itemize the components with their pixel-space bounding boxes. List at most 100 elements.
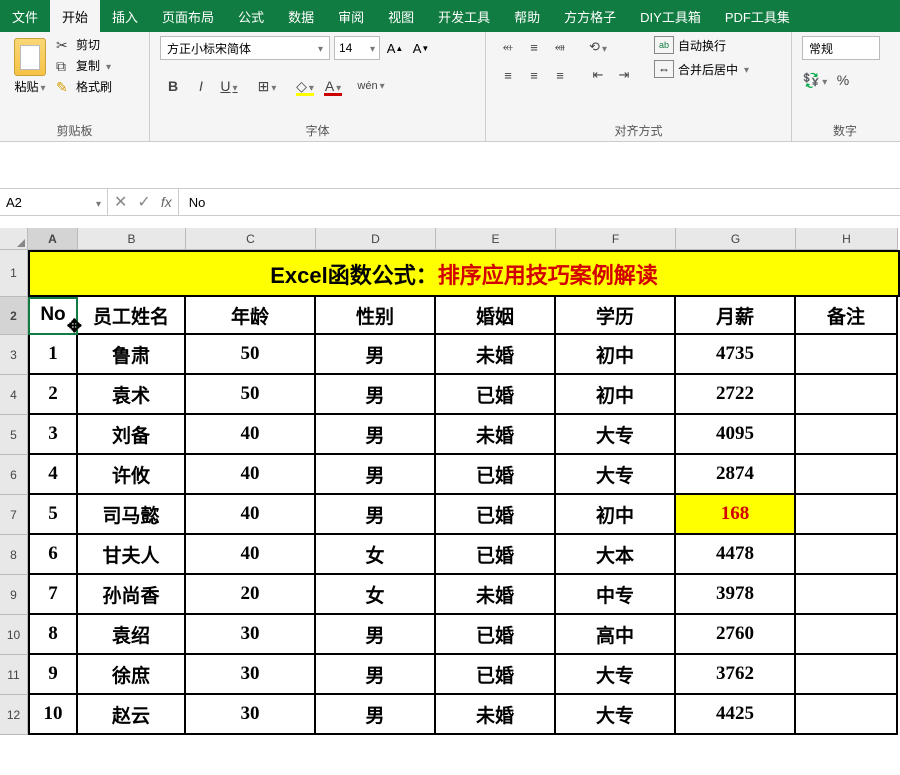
column-header[interactable]: B bbox=[78, 228, 186, 250]
wrap-text-button[interactable]: ab自动换行 bbox=[654, 36, 749, 54]
data-cell[interactable]: 大专 bbox=[556, 695, 676, 735]
column-header[interactable]: C bbox=[186, 228, 316, 250]
data-cell[interactable]: 男 bbox=[316, 495, 436, 535]
decrease-font-button[interactable]: A▼ bbox=[410, 37, 432, 59]
data-cell[interactable]: 30 bbox=[186, 615, 316, 655]
menu-item-2[interactable]: 插入 bbox=[100, 0, 150, 32]
data-cell[interactable]: 男 bbox=[316, 335, 436, 375]
data-cell[interactable]: 大专 bbox=[556, 655, 676, 695]
data-cell[interactable]: 4095 bbox=[676, 415, 796, 455]
data-cell[interactable]: 10 bbox=[28, 695, 78, 735]
data-cell[interactable]: 2722 bbox=[676, 375, 796, 415]
font-name-select[interactable]: 方正小标宋简体 bbox=[160, 36, 330, 60]
menu-item-7[interactable]: 视图 bbox=[376, 0, 426, 32]
data-cell[interactable]: 3 bbox=[28, 415, 78, 455]
italic-button[interactable]: I bbox=[188, 74, 214, 98]
data-cell[interactable]: 4425 bbox=[676, 695, 796, 735]
number-format-select[interactable]: 常规 bbox=[802, 36, 880, 60]
data-cell[interactable]: 中专 bbox=[556, 575, 676, 615]
data-cell[interactable] bbox=[796, 575, 898, 615]
paste-button[interactable]: 粘贴 bbox=[10, 36, 50, 97]
align-middle-button[interactable]: ≡ bbox=[522, 36, 546, 58]
header-cell[interactable]: 学历 bbox=[556, 297, 676, 335]
underline-button[interactable]: U bbox=[216, 74, 242, 98]
row-header[interactable]: 12 bbox=[0, 695, 28, 735]
data-cell[interactable]: 未婚 bbox=[436, 335, 556, 375]
menu-item-4[interactable]: 公式 bbox=[226, 0, 276, 32]
data-cell[interactable]: 8 bbox=[28, 615, 78, 655]
phonetic-button[interactable]: wén bbox=[358, 74, 384, 98]
row-header[interactable]: 11 bbox=[0, 655, 28, 695]
data-cell[interactable] bbox=[796, 615, 898, 655]
data-cell[interactable]: 初中 bbox=[556, 335, 676, 375]
data-cell[interactable] bbox=[796, 495, 898, 535]
data-cell[interactable]: 高中 bbox=[556, 615, 676, 655]
column-header[interactable]: F bbox=[556, 228, 676, 250]
row-header[interactable]: 10 bbox=[0, 615, 28, 655]
data-cell[interactable]: 孙尚香 bbox=[78, 575, 186, 615]
menu-item-11[interactable]: DIY工具箱 bbox=[628, 0, 713, 32]
align-top-button[interactable]: ⬴ bbox=[496, 36, 520, 58]
percent-button[interactable]: % bbox=[830, 68, 856, 92]
data-cell[interactable]: 9 bbox=[28, 655, 78, 695]
data-cell[interactable]: 40 bbox=[186, 455, 316, 495]
data-cell[interactable]: 鲁肃 bbox=[78, 335, 186, 375]
data-cell[interactable]: 50 bbox=[186, 375, 316, 415]
decrease-indent-button[interactable]: ⇤ bbox=[586, 64, 610, 86]
menu-item-12[interactable]: PDF工具集 bbox=[713, 0, 802, 32]
data-cell[interactable]: 40 bbox=[186, 495, 316, 535]
data-cell[interactable]: 未婚 bbox=[436, 575, 556, 615]
row-header[interactable]: 9 bbox=[0, 575, 28, 615]
data-cell[interactable]: 大专 bbox=[556, 455, 676, 495]
data-cell[interactable]: 男 bbox=[316, 415, 436, 455]
data-cell[interactable]: 男 bbox=[316, 655, 436, 695]
select-all-corner[interactable] bbox=[0, 228, 28, 250]
data-cell[interactable]: 3978 bbox=[676, 575, 796, 615]
enter-formula-icon[interactable]: ✓ bbox=[137, 192, 150, 212]
data-cell[interactable]: 30 bbox=[186, 695, 316, 735]
data-cell[interactable]: 40 bbox=[186, 535, 316, 575]
menu-item-0[interactable]: 文件 bbox=[0, 0, 50, 32]
row-header[interactable]: 3 bbox=[0, 335, 28, 375]
data-cell[interactable]: 4735 bbox=[676, 335, 796, 375]
accounting-format-button[interactable]: 💱 bbox=[802, 68, 828, 92]
data-cell[interactable] bbox=[796, 335, 898, 375]
fx-icon[interactable]: fx bbox=[161, 194, 172, 210]
column-header[interactable]: D bbox=[316, 228, 436, 250]
data-cell[interactable]: 已婚 bbox=[436, 455, 556, 495]
data-cell[interactable] bbox=[796, 655, 898, 695]
menu-item-6[interactable]: 审阅 bbox=[326, 0, 376, 32]
data-cell[interactable]: 男 bbox=[316, 375, 436, 415]
column-header[interactable]: A bbox=[28, 228, 78, 250]
data-cell[interactable] bbox=[796, 375, 898, 415]
data-cell[interactable]: 2760 bbox=[676, 615, 796, 655]
column-header[interactable]: E bbox=[436, 228, 556, 250]
title-cell[interactable]: Excel函数公式：排序应用技巧案例解读 bbox=[28, 250, 900, 297]
data-cell[interactable]: 许攸 bbox=[78, 455, 186, 495]
data-cell[interactable]: 4 bbox=[28, 455, 78, 495]
data-cell[interactable]: 6 bbox=[28, 535, 78, 575]
data-cell[interactable]: 男 bbox=[316, 615, 436, 655]
menu-item-3[interactable]: 页面布局 bbox=[150, 0, 226, 32]
format-painter-button[interactable]: 格式刷 bbox=[56, 78, 112, 95]
data-cell[interactable]: 初中 bbox=[556, 495, 676, 535]
data-cell[interactable]: 大本 bbox=[556, 535, 676, 575]
data-cell[interactable]: 未婚 bbox=[436, 695, 556, 735]
data-cell[interactable]: 女 bbox=[316, 575, 436, 615]
data-cell[interactable]: 30 bbox=[186, 655, 316, 695]
bold-button[interactable]: B bbox=[160, 74, 186, 98]
menu-item-5[interactable]: 数据 bbox=[276, 0, 326, 32]
header-cell[interactable]: 月薪 bbox=[676, 297, 796, 335]
data-cell[interactable]: 4478 bbox=[676, 535, 796, 575]
menu-item-8[interactable]: 开发工具 bbox=[426, 0, 502, 32]
data-cell[interactable]: 初中 bbox=[556, 375, 676, 415]
data-cell[interactable]: 袁术 bbox=[78, 375, 186, 415]
data-cell[interactable]: 已婚 bbox=[436, 655, 556, 695]
data-cell[interactable]: 大专 bbox=[556, 415, 676, 455]
data-cell[interactable] bbox=[796, 455, 898, 495]
data-cell[interactable]: 甘夫人 bbox=[78, 535, 186, 575]
formula-input[interactable]: No bbox=[179, 189, 900, 215]
data-cell[interactable] bbox=[796, 695, 898, 735]
data-cell[interactable]: 2 bbox=[28, 375, 78, 415]
row-header[interactable]: 2 bbox=[0, 297, 28, 335]
